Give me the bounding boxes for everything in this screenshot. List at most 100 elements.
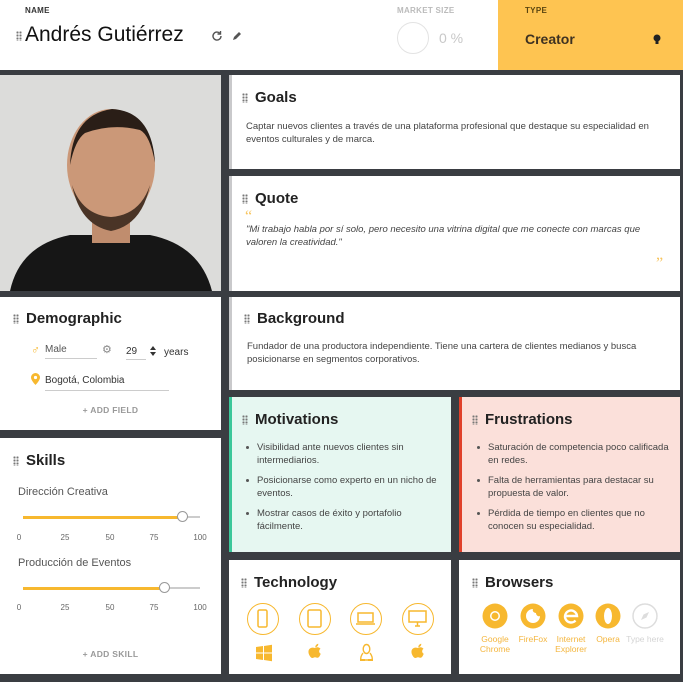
list-item[interactable]: Saturación de competencia poco calificad… — [477, 441, 675, 467]
mobile-icon[interactable] — [247, 603, 279, 635]
goals-title-text: Goals — [255, 89, 297, 106]
browser-opera[interactable]: Opera — [588, 603, 628, 644]
gear-icon[interactable]: ⚙ — [102, 343, 112, 356]
skill-slider-fill — [23, 587, 165, 590]
skill-slider-knob[interactable] — [176, 511, 188, 522]
skills-card[interactable]: Skills Dirección Creativa 0 25 50 75 100… — [0, 438, 221, 674]
add-field-button[interactable]: + ADD FIELD — [0, 405, 221, 415]
browser-label: Internet Explorer — [555, 634, 587, 654]
list-item[interactable]: Falta de herramientas para destacar su p… — [477, 474, 675, 500]
drag-handle-icon[interactable] — [472, 578, 478, 589]
tick-label: 75 — [149, 603, 159, 612]
drag-handle-icon[interactable] — [16, 31, 22, 41]
browser-label: Google Chrome — [479, 634, 511, 654]
drag-handle-icon[interactable] — [242, 194, 248, 205]
tick-label: 25 — [60, 603, 70, 612]
apple-icon[interactable] — [410, 643, 426, 662]
tick-label: 50 — [105, 603, 115, 612]
age-unit: years — [164, 347, 189, 358]
ie-icon — [558, 603, 584, 629]
frustrations-card[interactable]: Frustrations Saturación de competencia p… — [459, 397, 680, 552]
technology-card[interactable]: Technology — [229, 560, 451, 674]
background-text[interactable]: Fundador de una productora independiente… — [247, 340, 672, 366]
demographic-title-text: Demographic — [26, 310, 122, 327]
browser-label: Type here — [626, 634, 664, 644]
list-item[interactable]: Visibilidad ante nuevos clientes sin int… — [246, 441, 446, 467]
skill-name: Dirección Creativa — [18, 486, 108, 498]
browser-firefox[interactable]: FireFox — [513, 603, 553, 644]
drag-handle-icon[interactable] — [244, 314, 250, 325]
goals-title: Goals — [242, 89, 297, 106]
male-icon: ♂ — [31, 343, 40, 357]
firefox-icon — [520, 603, 546, 629]
goals-text[interactable]: Captar nuevos clientes a través de una p… — [246, 120, 671, 146]
list-item[interactable]: Posicionarse como experto en un nicho de… — [246, 474, 446, 500]
browser-ie[interactable]: Internet Explorer — [551, 603, 591, 654]
frustrations-title: Frustrations — [472, 411, 573, 428]
avatar — [0, 75, 221, 291]
desktop-icon[interactable] — [402, 603, 434, 635]
linux-icon[interactable] — [358, 643, 375, 662]
market-size-value: 0 % — [439, 30, 464, 46]
quote-card[interactable]: Quote “ "Mi trabajo habla por sí solo, p… — [229, 176, 680, 291]
age-input[interactable]: 29 — [126, 346, 146, 360]
drag-handle-icon[interactable] — [242, 415, 248, 426]
tick-label: 50 — [105, 533, 115, 542]
drag-handle-icon[interactable] — [13, 456, 19, 467]
quote-close-icon: ” — [656, 255, 664, 272]
background-card[interactable]: Background Fundador de una productora in… — [229, 297, 680, 390]
drag-handle-icon[interactable] — [472, 415, 478, 426]
type-label: TYPE — [525, 6, 548, 15]
quote-text[interactable]: "Mi trabajo habla por sí solo, pero nece… — [246, 223, 666, 249]
browsers-card[interactable]: Browsers Google Chrome FireFox Internet … — [459, 560, 680, 674]
skill-slider-knob[interactable] — [159, 582, 171, 593]
browsers-title-text: Browsers — [485, 574, 554, 591]
motivations-list: Visibilidad ante nuevos clientes sin int… — [246, 441, 446, 540]
background-title-text: Background — [257, 310, 345, 327]
location-input[interactable]: Bogotá, Colombia — [45, 375, 169, 391]
background-title: Background — [244, 310, 345, 327]
tablet-icon[interactable] — [299, 603, 331, 635]
tick-label: 0 — [16, 533, 22, 542]
add-skill-button[interactable]: + ADD SKILL — [0, 649, 221, 659]
type-box[interactable]: TYPE Creator — [498, 0, 683, 70]
quote-title: Quote — [242, 190, 298, 207]
tick-label: 100 — [193, 603, 207, 612]
motivations-card[interactable]: Motivations Visibilidad ante nuevos clie… — [229, 397, 451, 552]
skill-slider-fill — [23, 516, 183, 519]
persona-photo[interactable] — [0, 75, 221, 291]
quote-title-text: Quote — [255, 190, 299, 207]
tick-label: 25 — [60, 533, 70, 542]
location-pin-icon — [31, 373, 40, 385]
age-stepper-icon[interactable] — [150, 345, 156, 357]
refresh-icon[interactable] — [211, 30, 223, 42]
gender-select[interactable]: Male — [45, 344, 97, 359]
skills-title-text: Skills — [26, 452, 66, 469]
apple-icon[interactable] — [307, 643, 323, 662]
compass-icon — [632, 603, 658, 629]
goals-card[interactable]: Goals Captar nuevos clientes a través de… — [229, 75, 680, 169]
lightbulb-icon — [653, 34, 661, 44]
demographic-title: Demographic — [13, 310, 122, 327]
motivations-title: Motivations — [242, 411, 338, 428]
browser-label: FireFox — [518, 634, 548, 644]
skill-name: Producción de Eventos — [18, 557, 132, 569]
market-size-label: MARKET SIZE — [397, 6, 455, 15]
market-size-dial[interactable] — [397, 22, 429, 54]
list-item[interactable]: Mostrar casos de éxito y portafolio fáci… — [246, 507, 446, 533]
browser-chrome[interactable]: Google Chrome — [475, 603, 515, 654]
drag-handle-icon[interactable] — [242, 93, 248, 104]
tick-label: 100 — [193, 533, 207, 542]
chrome-icon — [482, 603, 508, 629]
list-item[interactable]: Pérdida de tiempo en clientes que no con… — [477, 507, 675, 533]
laptop-icon[interactable] — [350, 603, 382, 635]
drag-handle-icon[interactable] — [241, 578, 247, 589]
skills-title: Skills — [13, 452, 65, 469]
drag-handle-icon[interactable] — [13, 314, 19, 325]
demographic-card[interactable]: Demographic ♂ Male ⚙ 29 years Bogotá, Co… — [0, 297, 221, 430]
browsers-title: Browsers — [472, 574, 553, 591]
browser-custom[interactable]: Type here — [625, 603, 665, 644]
edit-icon[interactable] — [231, 30, 243, 42]
persona-name[interactable]: Andrés Gutiérrez — [25, 23, 184, 47]
windows-icon[interactable] — [255, 644, 273, 662]
